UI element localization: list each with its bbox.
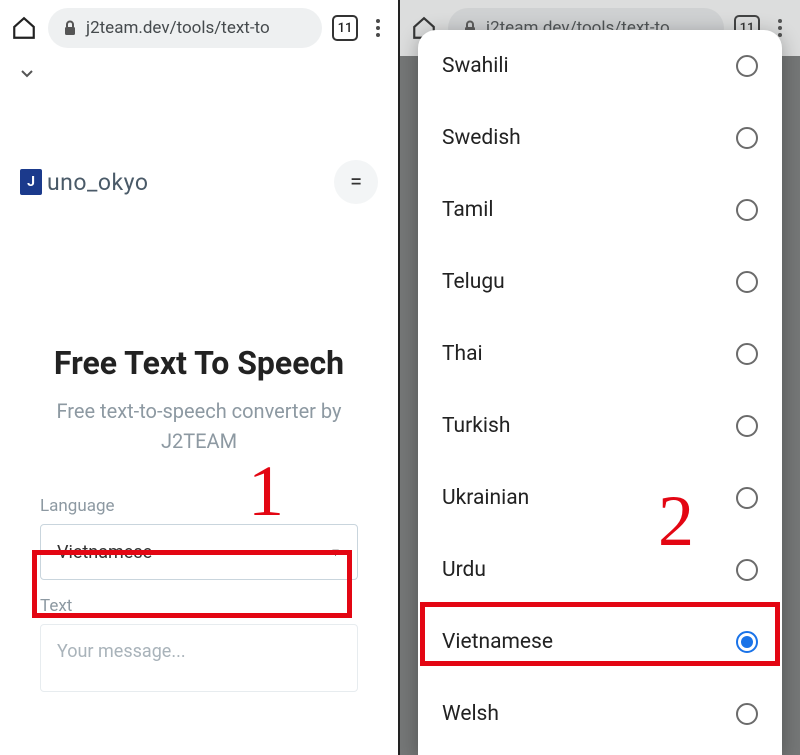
brand-text: uno_okyo: [47, 169, 148, 196]
language-option-label: Telugu: [442, 270, 505, 294]
tab-count[interactable]: 11: [332, 15, 358, 41]
language-option[interactable]: Telugu: [418, 246, 782, 318]
language-value: Vietnamese: [57, 542, 152, 563]
radio-icon: [736, 415, 758, 437]
language-option-label: Tamil: [442, 198, 493, 222]
language-option-label: Welsh: [442, 702, 499, 726]
language-option-label: Thai: [442, 342, 483, 366]
language-option-label: Vietnamese: [442, 630, 553, 654]
language-option[interactable]: Swedish: [418, 102, 782, 174]
radio-selected-icon: [736, 631, 758, 653]
text-label: Text: [40, 596, 358, 616]
home-icon[interactable]: [10, 14, 38, 42]
lock-icon: [62, 20, 78, 36]
menu-icon[interactable]: [368, 19, 388, 37]
page-title: Free Text To Speech: [18, 344, 380, 382]
language-option[interactable]: Vietnamese: [418, 606, 782, 678]
chevron-down-icon: [18, 64, 36, 82]
language-label: Language: [40, 496, 358, 516]
equals-icon: =: [350, 170, 362, 195]
language-option[interactable]: Turkish: [418, 390, 782, 462]
language-option-label: Ukrainian: [442, 486, 529, 510]
message-textarea[interactable]: Your message...: [40, 624, 358, 692]
radio-icon: [736, 127, 758, 149]
message-placeholder: Your message...: [57, 641, 186, 662]
language-option[interactable]: Thai: [418, 318, 782, 390]
caret-down-icon: ▼: [330, 546, 341, 559]
radio-icon: [736, 487, 758, 509]
language-option[interactable]: Swahili: [418, 30, 782, 102]
url-text: j2team.dev/tools/text-to: [86, 18, 270, 38]
language-picker-modal: Swahili Swedish Tamil Telugu Thai Turkish Ukra…: [418, 30, 782, 755]
collapse-bar[interactable]: [0, 56, 398, 90]
radio-icon: [736, 271, 758, 293]
language-option[interactable]: Welsh: [418, 678, 782, 750]
radio-icon: [736, 559, 758, 581]
language-option[interactable]: Urdu: [418, 534, 782, 606]
radio-icon: [736, 199, 758, 221]
language-option-label: Urdu: [442, 558, 486, 582]
language-select[interactable]: Vietnamese ▼: [40, 524, 358, 580]
brand-logo-icon: J: [20, 169, 42, 195]
language-option[interactable]: Ukrainian: [418, 462, 782, 534]
language-option-label: Swahili: [442, 54, 509, 78]
brand[interactable]: J uno_okyo: [20, 169, 148, 196]
language-option-label: Swedish: [442, 126, 521, 150]
radio-icon: [736, 55, 758, 77]
radio-icon: [736, 703, 758, 725]
radio-icon: [736, 343, 758, 365]
browser-toolbar: j2team.dev/tools/text-to 11: [0, 0, 398, 56]
language-option-label: Turkish: [442, 414, 510, 438]
page-subtitle: Free text-to-speech converter by J2TEAM: [18, 396, 380, 456]
url-bar[interactable]: j2team.dev/tools/text-to: [48, 8, 322, 48]
hamburger-button[interactable]: =: [334, 160, 378, 204]
language-option[interactable]: Tamil: [418, 174, 782, 246]
